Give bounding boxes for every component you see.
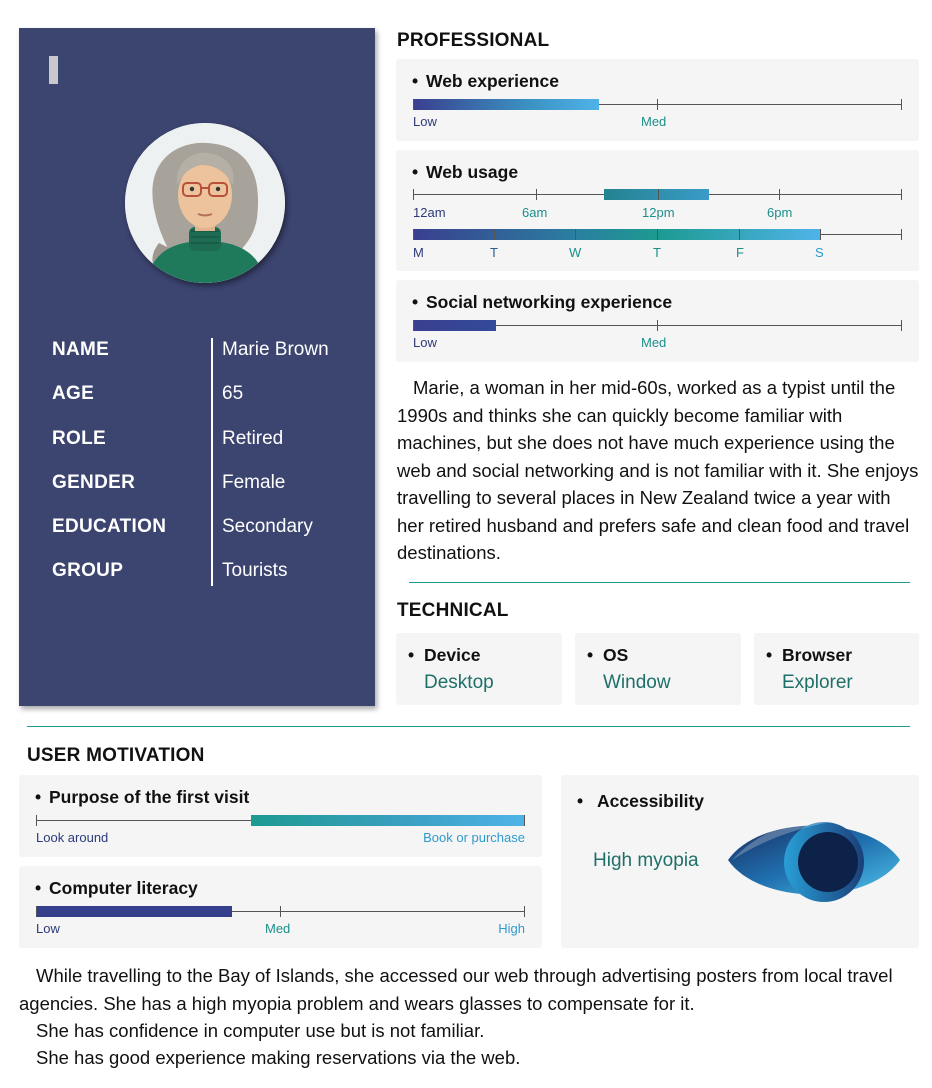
web-experience-fill [413, 99, 599, 110]
motivation-divider [27, 726, 910, 727]
avatar [125, 123, 285, 283]
web-usage-title: • Web usage [412, 162, 518, 183]
device-label: Device [424, 645, 481, 665]
bullet: • [587, 645, 594, 665]
education-value: Secondary [222, 516, 313, 538]
age-label: AGE [52, 383, 95, 405]
purpose-fill [251, 815, 525, 826]
name-label: NAME [52, 339, 110, 360]
accessibility-title: • Accessibility [577, 791, 704, 812]
time-label-12am: 12am [413, 205, 446, 220]
social-networking-med: Med [641, 335, 667, 350]
device-value: Desktop [424, 672, 494, 693]
literacy-high: High [498, 921, 525, 936]
purpose-scale [36, 815, 525, 827]
time-label-6am: 6am [522, 205, 548, 220]
day-label-t: T [490, 245, 498, 260]
name-value: Marie Brown [222, 339, 329, 360]
social-networking-panel: • Social networking experience Low Med [396, 280, 919, 362]
social-networking-low: Low [413, 335, 437, 350]
bullet: • [412, 292, 419, 312]
purpose-left-label: Look around [36, 830, 109, 845]
web-experience-title: • Web experience [412, 71, 559, 92]
profile-divider [211, 338, 213, 586]
bookmark-icon [49, 56, 58, 84]
web-usage-time-scale [413, 189, 902, 201]
literacy-med: Med [265, 921, 291, 936]
summary-line-1: While travelling to the Bay of Islands, … [19, 965, 893, 1014]
summary-line-3: She has good experience making reservati… [36, 1047, 521, 1068]
purpose-right-label: Book or purchase [423, 830, 525, 845]
bullet: • [577, 791, 584, 811]
professional-heading: PROFESSIONAL [397, 30, 550, 51]
purpose-title: • Purpose of the first visit [35, 787, 249, 808]
group-value: Tourists [222, 560, 288, 582]
purpose-panel: • Purpose of the first visit Look around … [19, 775, 542, 857]
web-experience-low: Low [413, 114, 437, 129]
web-usage-panel: • Web usage 12am 6am 12pm 6pm M T W T F S [396, 150, 919, 271]
literacy-low: Low [36, 921, 60, 936]
profile-card: NAME AGE ROLE GENDER EDUCATION GROUP Mar… [19, 28, 375, 706]
bullet: • [412, 162, 419, 182]
technical-heading: TECHNICAL [397, 600, 509, 621]
web-experience-label: Web experience [426, 71, 559, 91]
summary-line-2: She has confidence in computer use but i… [36, 1020, 485, 1041]
group-label: GROUP [52, 560, 124, 582]
os-label: OS [603, 645, 629, 665]
web-usage-label: Web usage [426, 162, 519, 182]
day-label-w: W [569, 245, 582, 260]
literacy-scale [36, 906, 525, 918]
time-label-6pm: 6pm [767, 205, 793, 220]
web-experience-panel: • Web experience Low Med [396, 59, 919, 141]
avatar-illustration [125, 123, 285, 283]
browser-label: Browser [782, 645, 853, 665]
os-box: • OS Window [575, 633, 741, 705]
web-usage-time-fill [604, 189, 709, 200]
profile-labels: NAME AGE ROLE GENDER EDUCATION GROUP [52, 338, 192, 604]
browser-box: • Browser Explorer [754, 633, 919, 705]
role-label: ROLE [52, 427, 106, 449]
bullet: • [766, 645, 773, 665]
gender-value: Female [222, 471, 286, 493]
day-label-t2: T [653, 245, 661, 260]
os-title: • OS [587, 645, 628, 666]
bullet: • [412, 71, 419, 91]
day-label-s: S [815, 245, 824, 260]
accessibility-value: High myopia [593, 850, 699, 871]
gender-label: GENDER [52, 471, 136, 493]
social-networking-title: • Social networking experience [412, 292, 672, 313]
social-networking-fill [413, 320, 497, 331]
age-value: 65 [222, 383, 244, 405]
role-value: Retired [222, 427, 284, 449]
literacy-title: • Computer literacy [35, 878, 198, 899]
web-usage-day-scale [413, 229, 902, 241]
eye-icon [728, 821, 900, 902]
time-label-12pm: 12pm [642, 205, 675, 220]
social-networking-scale [413, 320, 902, 332]
persona-description: Marie, a woman in her mid-60s, worked as… [397, 377, 919, 563]
accessibility-label: Accessibility [597, 791, 704, 811]
web-experience-scale [413, 99, 902, 111]
bullet: • [35, 878, 42, 898]
social-networking-label: Social networking experience [426, 292, 673, 312]
browser-value: Explorer [782, 672, 853, 693]
education-label: EDUCATION [52, 516, 167, 538]
day-label-m: M [413, 245, 424, 260]
os-value: Window [603, 672, 671, 693]
technical-divider [409, 582, 910, 583]
bullet: • [35, 787, 42, 807]
bullet: • [408, 645, 415, 665]
browser-title: • Browser [766, 645, 852, 666]
purpose-label: Purpose of the first visit [49, 787, 250, 807]
day-label-f: F [736, 245, 744, 260]
web-experience-med: Med [641, 114, 667, 129]
web-usage-day-fill [413, 229, 820, 240]
literacy-label: Computer literacy [49, 878, 198, 898]
device-title: • Device [408, 645, 480, 666]
literacy-fill [36, 906, 232, 917]
device-box: • Device Desktop [396, 633, 562, 705]
profile-values: Marie Brown 65 Retired Female Secondary … [222, 338, 372, 604]
literacy-panel: • Computer literacy Low Med High [19, 866, 542, 948]
motivation-heading: USER MOTIVATION [27, 745, 205, 766]
